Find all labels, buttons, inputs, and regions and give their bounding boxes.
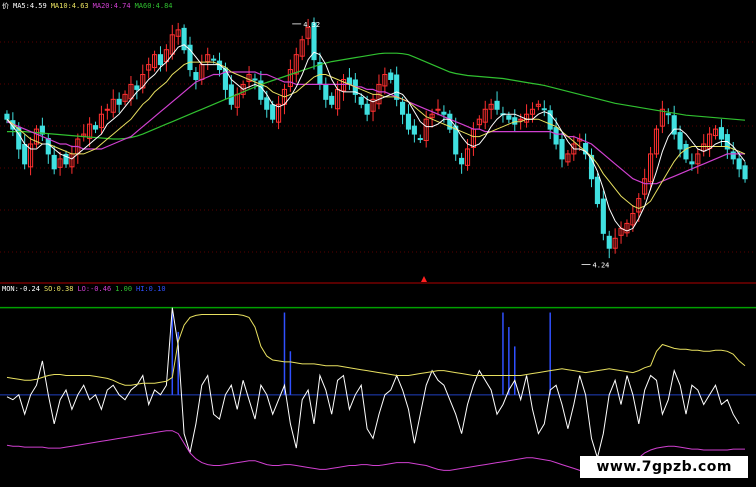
candle-body-121 xyxy=(718,127,724,140)
candle-body-125 xyxy=(742,165,748,180)
candle-body-17 xyxy=(104,108,110,111)
mon-line xyxy=(6,307,740,460)
annotation-label-0: 4.32 xyxy=(303,21,320,29)
price-panel: 4.32 4.24 xyxy=(0,17,756,284)
candle-body-15 xyxy=(92,125,99,130)
candle-body-115 xyxy=(683,143,689,160)
candle-body-73 xyxy=(435,108,441,111)
candle-body-112 xyxy=(665,113,671,116)
osc-legend-item-1: SO:0.38 xyxy=(43,285,74,293)
chart-svg: 4.32 4.24 xyxy=(0,17,756,478)
price-legend-item-1: MA5:4.59 xyxy=(13,2,47,10)
candle-body-69 xyxy=(411,125,417,135)
candle-body-116 xyxy=(689,161,695,165)
candle-body-53 xyxy=(317,62,323,85)
osc-legend-item-2: LO:-0.46 xyxy=(77,285,112,293)
candle-body-44 xyxy=(264,97,270,110)
candle-body-32 xyxy=(193,72,199,80)
candle-body-38 xyxy=(228,84,234,105)
candle-body-26 xyxy=(157,54,164,66)
so-line xyxy=(6,314,746,386)
ma20-line xyxy=(6,71,745,185)
candle-body-3 xyxy=(22,143,28,165)
candle-body-87 xyxy=(518,118,524,121)
candle-body-61 xyxy=(364,103,370,115)
candle-body-83 xyxy=(494,100,500,110)
candle-body-60 xyxy=(358,96,364,105)
candle-body-124 xyxy=(736,158,742,170)
ma5-line xyxy=(6,44,746,232)
candle-body-42 xyxy=(252,78,258,81)
candle-body-74 xyxy=(441,111,447,115)
candle-body-93 xyxy=(553,127,559,145)
candle-body-123 xyxy=(730,151,736,160)
candle-body-114 xyxy=(677,132,683,150)
candle-body-68 xyxy=(405,113,412,130)
candle-body-8 xyxy=(51,154,57,170)
osc-legend-item-0: MON:-0.24 xyxy=(2,285,40,293)
candle-body-100 xyxy=(594,176,600,205)
candle-body-22 xyxy=(134,85,140,90)
candle-body-86 xyxy=(512,117,518,125)
osc-legend-item-3: 1.00 xyxy=(115,285,133,293)
signal-marker xyxy=(421,276,427,282)
watermark: www.7gpzb.com xyxy=(580,456,748,478)
candle-body-54 xyxy=(323,83,329,100)
candle-body-19 xyxy=(116,98,122,105)
candle-body-70 xyxy=(417,138,423,141)
price-legend-item-2: MA10:4.63 xyxy=(50,2,89,10)
candle-body-7 xyxy=(45,138,51,155)
oscillator-legend: MON:-0.24 SO:0.38 LO:-0.46 1.00 HI:0.10 xyxy=(2,285,170,293)
price-legend: 价 MA5:4.59 MA10:4.63 MA20:4.74 MA60:4.84 xyxy=(2,1,177,11)
oscillator-panel xyxy=(0,306,756,478)
candle-body-45 xyxy=(270,104,276,120)
candle-body-94 xyxy=(559,139,565,160)
candle-body-55 xyxy=(329,95,335,105)
candle-body-77 xyxy=(459,157,465,165)
candle-body-0 xyxy=(4,113,10,120)
price-legend-item-4: MA60:4.84 xyxy=(134,2,173,10)
annotation-label-1: 4.24 xyxy=(593,262,610,270)
candle-body-102 xyxy=(606,235,612,249)
price-legend-item-3: MA20:4.74 xyxy=(92,2,131,10)
candle-body-67 xyxy=(400,101,406,115)
osc-legend-item-4: HI:0.10 xyxy=(136,285,166,293)
candle-body-85 xyxy=(506,115,512,120)
candle-body-76 xyxy=(453,125,459,155)
candle-body-65 xyxy=(388,72,394,80)
candle-body-35 xyxy=(211,58,217,61)
candle-body-91 xyxy=(541,108,547,111)
candle-body-101 xyxy=(600,198,606,234)
price-legend-item-0: 价 xyxy=(2,2,9,10)
